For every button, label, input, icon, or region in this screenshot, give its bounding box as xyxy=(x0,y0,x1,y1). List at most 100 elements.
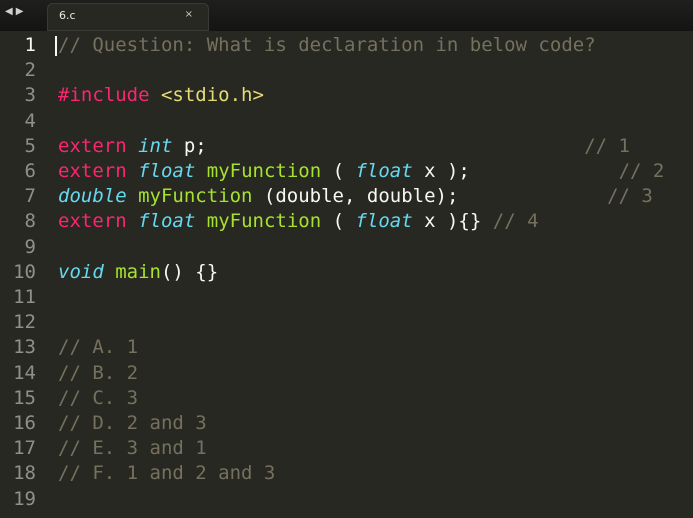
forward-arrow-icon[interactable]: ▶ xyxy=(16,6,25,17)
code-text: // Question: What is declaration in belo… xyxy=(58,33,596,58)
code-token: float xyxy=(355,160,413,182)
line-number: 14 xyxy=(13,361,36,384)
code-line[interactable]: 3 #include <stdio.h> xyxy=(0,83,693,108)
back-arrow-icon[interactable]: ◀ xyxy=(5,6,14,17)
code-text: // E. 3 and 1 xyxy=(58,436,207,461)
code-text: // C. 3 xyxy=(58,386,138,411)
code-token: extern xyxy=(58,134,127,157)
line-number: 6 xyxy=(24,160,36,182)
code-line[interactable]: 2 xyxy=(0,58,693,83)
code-token: // 3 xyxy=(607,185,653,208)
line-number: 4 xyxy=(24,109,36,132)
code-line[interactable]: 13 // A. 1 xyxy=(0,335,693,360)
code-text: #include <stdio.h> xyxy=(58,83,264,108)
code-token: int xyxy=(138,134,173,157)
code-token: p; xyxy=(172,134,585,157)
code-token: <stdio.h> xyxy=(160,84,264,107)
code-token: void xyxy=(58,260,104,283)
code-token: (double, double); xyxy=(252,185,608,208)
line-number: 19 xyxy=(13,487,36,510)
code-token: // Question: What is declaration in belo… xyxy=(58,34,596,56)
code-token: // A. 1 xyxy=(58,336,139,359)
close-icon[interactable]: × xyxy=(185,9,193,20)
tab-label: 6.c xyxy=(59,9,76,22)
code-token: ( xyxy=(321,210,356,233)
code-token: myFunction xyxy=(206,210,322,233)
code-text: extern float myFunction ( float x ); // … xyxy=(58,159,664,184)
tab-6-c[interactable]: 6.c × xyxy=(47,3,209,31)
line-number: 8 xyxy=(24,210,36,233)
code-token: x ); xyxy=(412,160,619,182)
line-number: 15 xyxy=(13,386,36,409)
code-line[interactable]: 9 xyxy=(0,235,693,260)
code-token: // 2 xyxy=(618,160,665,182)
text-cursor xyxy=(55,36,57,56)
code-token: myFunction xyxy=(138,185,253,208)
code-line[interactable]: 18 // F. 1 and 2 and 3 xyxy=(0,461,693,486)
code-line[interactable]: 16 // D. 2 and 3 xyxy=(0,411,693,436)
line-number: 16 xyxy=(13,412,36,434)
line-number: 11 xyxy=(13,286,36,308)
line-number: 1 xyxy=(24,34,36,56)
line-number: 12 xyxy=(13,311,36,334)
line-number: 10 xyxy=(13,260,36,283)
code-token: #include xyxy=(58,84,150,107)
code-token: // E. 3 and 1 xyxy=(58,437,207,460)
code-token: ( xyxy=(321,160,356,182)
code-line[interactable]: 17 // E. 3 and 1 xyxy=(0,436,693,461)
code-token: myFunction xyxy=(206,160,322,182)
code-line[interactable]: 19 xyxy=(0,487,693,512)
line-number: 17 xyxy=(13,437,36,460)
line-number: 3 xyxy=(24,84,36,107)
code-line[interactable]: 14 // B. 2 xyxy=(0,361,693,386)
line-number: 7 xyxy=(24,185,36,208)
code-token: // C. 3 xyxy=(58,386,139,409)
code-token: double xyxy=(58,185,127,208)
line-number: 18 xyxy=(13,462,36,485)
code-token: float xyxy=(138,160,196,182)
line-number: 5 xyxy=(24,134,36,157)
line-number: 2 xyxy=(24,59,36,82)
code-text: void main() {} xyxy=(58,260,218,285)
code-line[interactable]: 7 double myFunction (double, double); // … xyxy=(0,184,693,209)
code-line[interactable]: 5 extern int p; // 1 xyxy=(0,134,693,159)
code-token: extern xyxy=(58,160,127,182)
tab-nav-arrows: ◀ ▶ xyxy=(5,6,26,17)
code-text: extern int p; // 1 xyxy=(58,134,630,159)
code-line[interactable]: 10 void main() {} xyxy=(0,260,693,285)
code-text: double myFunction (double, double); // 3 xyxy=(58,184,653,209)
code-token: // 1 xyxy=(584,134,630,157)
code-token: // F. 1 and 2 and 3 xyxy=(58,462,276,485)
line-number: 13 xyxy=(13,336,36,359)
code-line[interactable]: 12 xyxy=(0,310,693,335)
code-text: // F. 1 and 2 and 3 xyxy=(58,461,275,486)
code-line[interactable]: 1 // Question: What is declaration in bel… xyxy=(0,33,693,58)
code-text: extern float myFunction ( float x ){} //… xyxy=(58,209,539,234)
code-token: extern xyxy=(58,210,127,233)
code-line[interactable]: 6 extern float myFunction ( float x ); //… xyxy=(0,159,693,184)
code-text: // D. 2 and 3 xyxy=(58,411,207,436)
code-text: // A. 1 xyxy=(58,335,138,360)
code-text: // B. 2 xyxy=(58,361,138,386)
code-token: () {} xyxy=(160,260,219,283)
line-number: 9 xyxy=(24,235,36,258)
code-token: float xyxy=(355,210,413,233)
code-line[interactable]: 15 // C. 3 xyxy=(0,386,693,411)
code-token: // 4 xyxy=(492,210,539,233)
code-token: x ){} xyxy=(412,210,493,233)
code-token: main xyxy=(115,260,161,283)
code-token: // D. 2 and 3 xyxy=(58,412,207,434)
code-line[interactable]: 4 xyxy=(0,109,693,134)
code-editor[interactable]: 1 // Question: What is declaration in bel… xyxy=(0,31,693,518)
code-line[interactable]: 11 xyxy=(0,285,693,310)
tab-bar: ◀ ▶ 6.c × xyxy=(0,0,693,31)
code-token: // B. 2 xyxy=(58,361,139,384)
code-line[interactable]: 8 extern float myFunction ( float x ){} /… xyxy=(0,209,693,234)
